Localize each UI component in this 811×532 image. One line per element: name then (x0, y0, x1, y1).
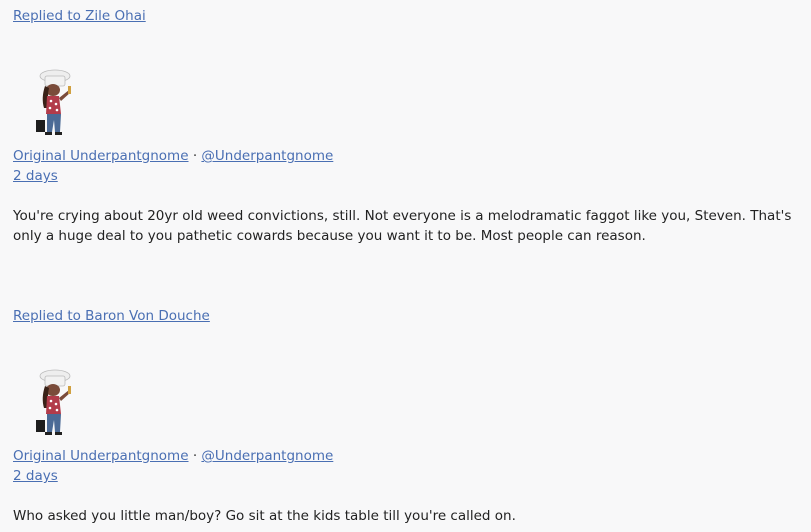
post-body: Who asked you little man/boy? Go sit at … (13, 508, 516, 524)
author-handle-link[interactable]: @Underpantgnome (201, 148, 333, 164)
avatar[interactable] (17, 368, 85, 442)
replied-to-link[interactable]: Replied to Baron Von Douche (13, 306, 803, 326)
post: Replied to Baron Von Douche Original Und… (13, 306, 803, 524)
author-handle-link[interactable]: @Underpantgnome (201, 448, 333, 464)
meta-separator: · (192, 448, 198, 464)
timestamp-line: 2 days (13, 166, 58, 186)
author-line: Original Underpantgnome · @Underpantgnom… (13, 146, 333, 166)
replied-to-link[interactable]: Replied to Zile Ohai (13, 6, 803, 26)
avatar[interactable] (17, 68, 85, 142)
author-name-link[interactable]: Original Underpantgnome (13, 448, 189, 464)
author-name-link[interactable]: Original Underpantgnome (13, 148, 189, 164)
timestamp-link[interactable]: 2 days (13, 168, 58, 184)
timestamp-line: 2 days (13, 466, 58, 486)
post-body: You're crying about 20yr old weed convic… (13, 208, 792, 244)
author-line: Original Underpantgnome · @Underpantgnom… (13, 446, 333, 466)
post: Replied to Zile Ohai Original Underpantg… (13, 6, 803, 244)
meta-separator: · (192, 148, 198, 164)
timestamp-link[interactable]: 2 days (13, 468, 58, 484)
